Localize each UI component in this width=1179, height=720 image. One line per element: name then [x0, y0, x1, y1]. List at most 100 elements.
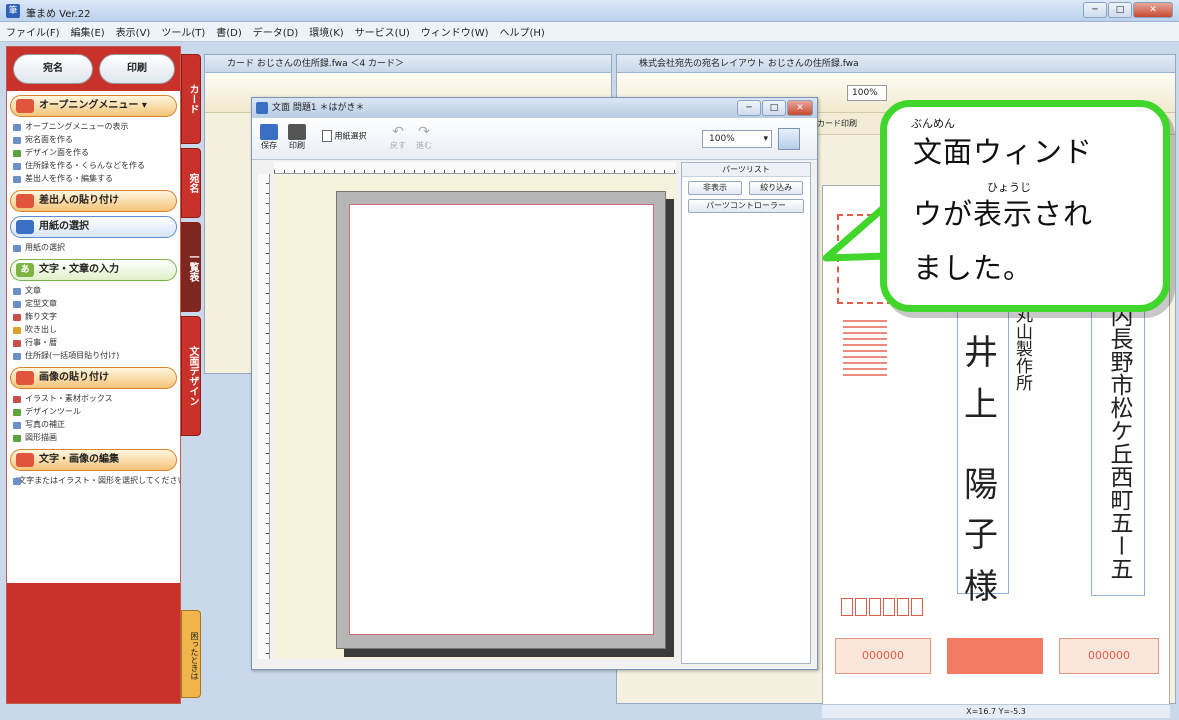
- filter-button[interactable]: 絞り込み: [749, 181, 804, 195]
- list-item[interactable]: 文章: [7, 285, 180, 298]
- menu-settings[interactable]: 環境(K): [309, 24, 343, 39]
- left-command-panel: 宛名 印刷 オープニングメニュー ▾ オープニングメニューの表示 宛名面を作る …: [6, 46, 181, 704]
- edit-icon: [16, 453, 34, 467]
- list-item[interactable]: 吹き出し: [7, 324, 180, 337]
- section-edit[interactable]: 文字・画像の編集: [10, 449, 177, 471]
- name-char: 上: [964, 385, 998, 425]
- list-item[interactable]: イラスト・素材ボックス: [7, 393, 180, 406]
- text-a-icon: あ: [16, 263, 34, 277]
- design-canvas[interactable]: [274, 175, 676, 659]
- menu-file[interactable]: ファイル(F): [6, 24, 60, 39]
- hide-button[interactable]: 非表示: [688, 181, 742, 195]
- name-char: 子: [964, 515, 998, 555]
- image-icon: [16, 371, 34, 385]
- close-button[interactable]: ✕: [1133, 2, 1173, 18]
- tab-card[interactable]: カード: [181, 54, 201, 144]
- menu-window[interactable]: ウィンドウ(W): [421, 24, 489, 39]
- list-item[interactable]: 用紙の選択: [7, 242, 180, 255]
- stamp-label-left: 000000: [835, 638, 931, 674]
- list-item[interactable]: 住所録を作る・くらんなどを作る: [7, 160, 180, 173]
- section-paper-select[interactable]: 用紙の選択: [10, 216, 177, 238]
- layout-window-title: 株式会社宛先の宛名レイアウト おじさんの住所録.fwa: [617, 55, 1175, 73]
- layout-zoom[interactable]: 100%: [847, 85, 887, 101]
- list-item[interactable]: 宛名面を作る: [7, 134, 180, 147]
- paper-icon: [322, 130, 332, 142]
- status-coordinates: X=16.7 Y=-5.3: [822, 704, 1170, 718]
- parts-list-title: パーツリスト: [682, 163, 810, 177]
- tab-card-print[interactable]: カード印刷: [817, 119, 857, 128]
- sender-zip-boxes: [841, 598, 925, 619]
- menu-view[interactable]: 表示(V): [116, 24, 151, 39]
- menu-tools[interactable]: ツール(T): [161, 24, 205, 39]
- chevron-down-icon: ▾: [763, 134, 768, 144]
- redo-button[interactable]: ↷ 進む: [416, 124, 432, 151]
- undo-icon: ↶: [392, 124, 404, 140]
- print-button[interactable]: 印刷: [288, 124, 306, 151]
- menu-book[interactable]: 書(D): [216, 24, 242, 39]
- section-image-paste[interactable]: 画像の貼り付け: [10, 367, 177, 389]
- window-controls: ─ □ ✕: [1082, 2, 1173, 18]
- list-item[interactable]: 写真の補正: [7, 419, 180, 432]
- list-item[interactable]: 住所録(一括項目貼り付け): [7, 350, 180, 363]
- section-opening-menu[interactable]: オープニングメニュー ▾: [10, 95, 177, 117]
- parts-button-row: 非表示 絞り込み: [682, 177, 810, 199]
- paper-frame: [336, 191, 666, 649]
- paper-select-button[interactable]: 用紙選択: [322, 130, 367, 142]
- tab-list[interactable]: 一覧表: [181, 222, 201, 312]
- postcard-address: 内長野市松ケ丘西町五ー五: [1106, 304, 1132, 580]
- name-char: 陽: [964, 465, 998, 505]
- dialog-icon: [256, 102, 268, 114]
- dialog-title-bar: 文面 問題1 ＊はがき＊ ─ □ ✕: [252, 98, 817, 118]
- address-mode-button[interactable]: 宛名: [13, 54, 93, 84]
- dialog-close-button[interactable]: ✕: [787, 100, 813, 116]
- menu-service[interactable]: サービス(U): [355, 24, 410, 39]
- help-tab[interactable]: 困ったときは: [181, 610, 201, 698]
- minimize-button[interactable]: ─: [1083, 2, 1107, 18]
- maximize-button[interactable]: □: [1108, 2, 1132, 18]
- title-bar: 筆 筆まめ Ver.22 ─ □ ✕: [0, 0, 1179, 22]
- parts-controller-button[interactable]: パーツコントローラー: [688, 199, 804, 213]
- name-char: 井: [964, 333, 998, 373]
- parts-controller-row: パーツコントローラー: [682, 199, 810, 213]
- instruction-callout: ぶんめん 文面ウィンド ひょうじ ウが表示され ました。: [880, 100, 1170, 312]
- list-item[interactable]: デザイン面を作る: [7, 147, 180, 160]
- blank-postcard-page[interactable]: [349, 204, 654, 635]
- vertical-tabs: カード 宛名 一覧表 文面デザイン: [181, 54, 201, 440]
- dialog-minimize-button[interactable]: ─: [737, 100, 761, 116]
- dialog-window-controls: ─ □ ✕: [736, 100, 813, 116]
- paper-icon: [16, 220, 34, 234]
- name-char: 様: [964, 567, 998, 607]
- section-text-input[interactable]: あ文字・文章の入力: [10, 259, 177, 281]
- menu-edit[interactable]: 編集(E): [71, 24, 105, 39]
- list-item[interactable]: 定型文章: [7, 298, 180, 311]
- section-sender-paste[interactable]: 差出人の貼り付け: [10, 190, 177, 212]
- list-item[interactable]: 行事・暦: [7, 337, 180, 350]
- list-item[interactable]: 差出人を作る・編集する: [7, 173, 180, 186]
- list-item[interactable]: オープニングメニューの表示: [7, 121, 180, 134]
- zoom-select[interactable]: 100% ▾: [702, 130, 772, 148]
- undo-button[interactable]: ↶ 戻す: [390, 124, 406, 151]
- menu-bar: ファイル(F) 編集(E) 表示(V) ツール(T) 書(D) データ(D) 環…: [0, 22, 1179, 42]
- tab-address[interactable]: 宛名: [181, 148, 201, 218]
- dialog-maximize-button[interactable]: □: [762, 100, 786, 116]
- menu-help[interactable]: ヘルプ(H): [500, 24, 545, 39]
- parts-list-panel: パーツリスト 非表示 絞り込み パーツコントローラー: [681, 162, 811, 664]
- postcard-company: 丸山製作所: [1012, 306, 1032, 391]
- list-item[interactable]: デザインツール: [7, 406, 180, 419]
- edit-hint: (文字またはイラスト・図形を選択してください): [7, 475, 180, 488]
- card-window-title: カード おじさんの住所録.fwa ＜4 カード＞: [205, 55, 611, 73]
- horizontal-ruler: [274, 162, 676, 174]
- fit-page-button[interactable]: [778, 128, 800, 150]
- text-design-window: 文面 問題1 ＊はがき＊ ─ □ ✕ 保存 印刷 用紙選択 ↶ 戻す ↷ 進む …: [251, 97, 818, 670]
- print-mode-button[interactable]: 印刷: [99, 54, 175, 84]
- tab-text-design[interactable]: 文面デザイン: [181, 316, 201, 436]
- sender-icon: [16, 194, 34, 208]
- list-item[interactable]: 図形描画: [7, 432, 180, 445]
- save-button[interactable]: 保存: [260, 124, 278, 151]
- name-frame: 井 上 陽 子 様: [957, 306, 1009, 607]
- menu-data[interactable]: データ(D): [253, 24, 299, 39]
- callout-line-1: 文面ウィンド: [913, 135, 1094, 169]
- window-title: 筆まめ Ver.22: [26, 9, 91, 20]
- dialog-title: 文面 問題1 ＊はがき＊: [272, 103, 365, 113]
- list-item[interactable]: 飾り文字: [7, 311, 180, 324]
